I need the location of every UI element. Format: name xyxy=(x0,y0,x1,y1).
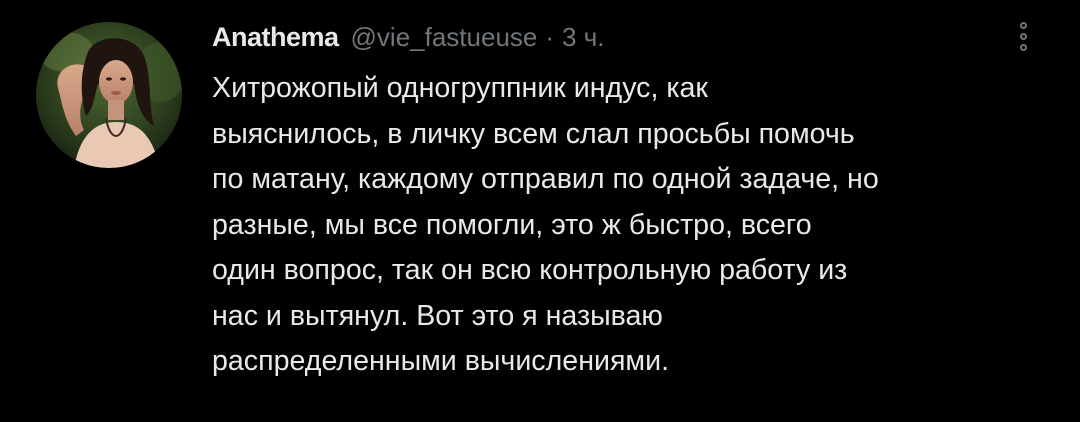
more-vertical-icon-dot xyxy=(1019,32,1027,40)
tweet-text: Хитрожопый одногруппник индус, как выясн… xyxy=(212,72,879,377)
more-vertical-icon xyxy=(1019,21,1027,29)
more-options-button[interactable] xyxy=(1010,16,1036,56)
avatar[interactable] xyxy=(36,22,182,168)
timestamp[interactable]: 3 ч. xyxy=(562,22,604,53)
author-handle[interactable]: @vie_fastueuse xyxy=(351,22,538,53)
separator-dot: · xyxy=(545,22,555,52)
author-display-name[interactable]: Anathema xyxy=(212,22,339,53)
tweet: Anathema @vie_fastueuse · 3 ч. Хитрожопы… xyxy=(0,0,1080,422)
tweet-header: Anathema @vie_fastueuse · 3 ч. xyxy=(212,22,605,56)
more-vertical-icon-dot xyxy=(1019,43,1027,51)
avatar-photo xyxy=(36,22,182,168)
